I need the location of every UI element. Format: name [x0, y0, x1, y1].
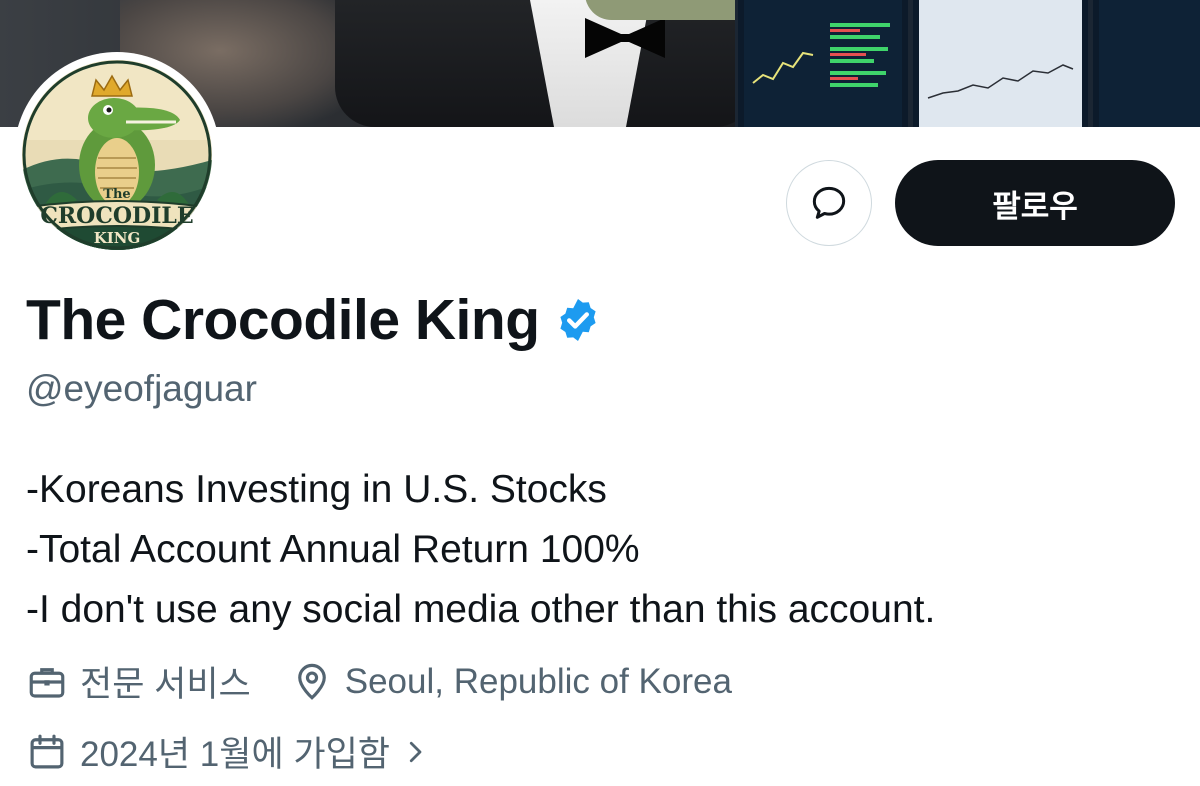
category-label: 전문 서비스	[80, 665, 251, 704]
bio-line: -Koreans Investing in U.S. Stocks	[26, 468, 607, 511]
joined-item[interactable]: 2024년 1월에 가입함	[26, 726, 442, 777]
display-name: The Crocodile King	[26, 288, 540, 352]
svg-text:CROCODILE: CROCODILE	[40, 203, 193, 229]
display-name-row: The Crocodile King	[26, 285, 602, 355]
profile-meta-row: 전문 서비스 Seoul, Republic of Korea	[26, 656, 772, 707]
banner-monitor	[735, 0, 911, 127]
verified-badge-icon[interactable]	[554, 296, 602, 344]
crocodile-logo-icon: The CROCODILE KING	[22, 60, 212, 250]
banner-monitor	[910, 0, 1091, 127]
handle: @eyeofjaguar	[26, 368, 257, 409]
svg-text:The: The	[103, 187, 130, 202]
chevron-right-icon[interactable]	[400, 737, 430, 767]
bio: -Koreans Investing in U.S. Stocks -Total…	[26, 460, 935, 640]
avatar[interactable]: The CROCODILE KING	[14, 52, 220, 258]
message-button[interactable]	[786, 160, 872, 246]
follow-button[interactable]: 팔로우	[895, 160, 1175, 246]
location-item: Seoul, Republic of Korea	[291, 661, 732, 703]
bio-line: -Total Account Annual Return 100%	[26, 528, 640, 571]
banner-monitor	[1090, 0, 1200, 127]
location-pin-icon	[297, 663, 326, 700]
briefcase-icon	[29, 667, 65, 698]
bio-line: -I don't use any social media other than…	[26, 588, 936, 631]
joined-label: 2024년 1월에 가입함	[80, 735, 390, 774]
location-label: Seoul, Republic of Korea	[344, 661, 732, 701]
message-bubble-icon	[812, 186, 846, 219]
category-item[interactable]: 전문 서비스	[26, 656, 251, 707]
svg-text:KING: KING	[94, 229, 141, 247]
calendar-icon	[30, 734, 64, 768]
profile-joined-row[interactable]: 2024년 1월에 가입함	[26, 726, 482, 777]
